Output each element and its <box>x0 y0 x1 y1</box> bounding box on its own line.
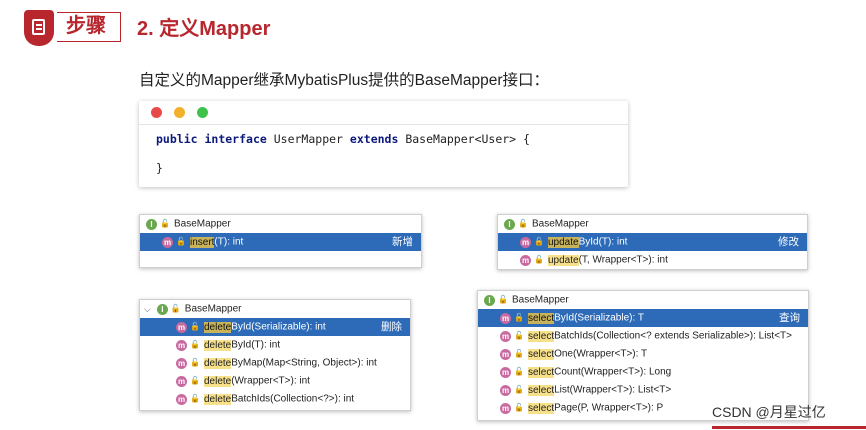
completion-item[interactable]: m 🔓 selectBatchIds(Collection<? extends Se… <box>478 327 808 345</box>
lock-icon: 🔓 <box>514 385 524 394</box>
lock-icon: 🔓 <box>498 295 508 304</box>
lock-icon: 🔓 <box>514 367 524 376</box>
code-line-1: public interface UserMapper extends Base… <box>156 132 530 146</box>
popup-header: I 🔓 BaseMapper <box>504 215 589 233</box>
method-icon: m <box>500 330 511 342</box>
code-line-2: } <box>156 161 163 175</box>
lock-icon: 🔓 <box>160 219 170 228</box>
completion-item[interactable]: m 🔓 insert(T): int 新增 <box>140 233 421 251</box>
lock-icon: 🔓 <box>190 376 200 385</box>
popup-header: I 🔓 BaseMapper <box>146 215 231 233</box>
update-tag: 修改 <box>778 236 799 248</box>
method-icon: m <box>500 366 511 378</box>
interface-icon: I <box>504 218 515 230</box>
completion-item[interactable]: m 🔓 updateById(T): int 修改 <box>498 233 807 251</box>
method-icon: m <box>500 312 511 324</box>
method-icon: m <box>176 339 187 351</box>
completion-item[interactable]: m 🔓 update(T, Wrapper<T>): int <box>498 251 807 269</box>
lock-icon: 🔓 <box>534 255 544 264</box>
lock-icon: 🔓 <box>176 237 186 246</box>
lock-icon: 🔓 <box>190 340 200 349</box>
completion-item[interactable]: m 🔓 selectById(Serializable): T 查询 <box>478 309 808 327</box>
interface-icon: I <box>484 294 495 306</box>
step-icon <box>24 10 54 46</box>
completion-item[interactable]: m 🔓 selectCount(Wrapper<T>): Long <box>478 363 808 381</box>
page-title: 2. 定义Mapper <box>137 18 271 40</box>
completion-item[interactable]: m 🔓 deleteBatchIds(Collection<?>): int <box>140 390 410 408</box>
method-icon: m <box>520 254 531 266</box>
completion-item[interactable]: m 🔓 delete(Wrapper<T>): int <box>140 372 410 390</box>
lock-icon: 🔓 <box>514 331 524 340</box>
completion-item[interactable]: m 🔓 selectOne(Wrapper<T>): T <box>478 345 808 363</box>
delete-tag: 删除 <box>381 321 402 333</box>
method-icon: m <box>176 321 187 333</box>
completion-item[interactable]: m 🔓 selectList(Wrapper<T>): List<T> <box>478 381 808 399</box>
minimize-dot-icon <box>174 107 185 118</box>
description-text: 自定义的Mapper继承MybatisPlus提供的BaseMapper接口： <box>139 72 549 89</box>
lock-icon: 🔓 <box>514 313 524 322</box>
code-window: public interface UserMapper extends Base… <box>139 101 628 187</box>
popup-header: I 🔓 BaseMapper <box>484 291 569 309</box>
step-label: 步骤 <box>57 12 121 42</box>
delete-completion-popup: ⌵ I 🔓 BaseMapper m 🔓 deleteById(Serializable)… <box>139 299 411 411</box>
accent-line <box>712 426 866 429</box>
lock-icon: 🔓 <box>190 394 200 403</box>
interface-icon: I <box>146 218 157 230</box>
update-completion-popup: I 🔓 BaseMapper m 🔓 updateById(T): int 修改 m 🔓 u… <box>497 214 808 270</box>
method-icon: m <box>500 348 511 360</box>
watermark: CSDN @月星过亿 <box>712 404 826 420</box>
lock-icon: 🔓 <box>514 403 524 412</box>
lock-icon: 🔓 <box>534 237 544 246</box>
insert-completion-popup: I 🔓 BaseMapper m 🔓 insert(T): int 新增 <box>139 214 422 268</box>
completion-item[interactable]: m 🔓 deleteById(Serializable): int 删除 <box>140 318 410 336</box>
completion-item[interactable]: m 🔓 deleteById(T): int <box>140 336 410 354</box>
lock-icon: 🔓 <box>518 219 528 228</box>
lock-icon: 🔓 <box>514 349 524 358</box>
method-icon: m <box>520 236 531 248</box>
insert-tag: 新增 <box>392 236 413 248</box>
completion-item[interactable]: m 🔓 deleteByMap(Map<String, Object>): int <box>140 354 410 372</box>
popup-header: ⌵ I 🔓 BaseMapper <box>144 300 242 318</box>
lock-icon: 🔓 <box>170 304 181 313</box>
chevron-down-icon: ⌵ <box>144 304 151 314</box>
close-dot-icon <box>151 107 162 118</box>
method-icon: m <box>162 236 173 248</box>
method-icon: m <box>500 384 511 396</box>
lock-icon: 🔓 <box>190 358 200 367</box>
select-tag: 查询 <box>779 312 800 324</box>
method-icon: m <box>176 357 187 369</box>
interface-icon: I <box>156 303 168 315</box>
method-icon: m <box>500 402 511 414</box>
method-icon: m <box>176 393 187 405</box>
lock-icon: 🔓 <box>190 322 200 331</box>
maximize-dot-icon <box>197 107 208 118</box>
method-icon: m <box>176 375 187 387</box>
